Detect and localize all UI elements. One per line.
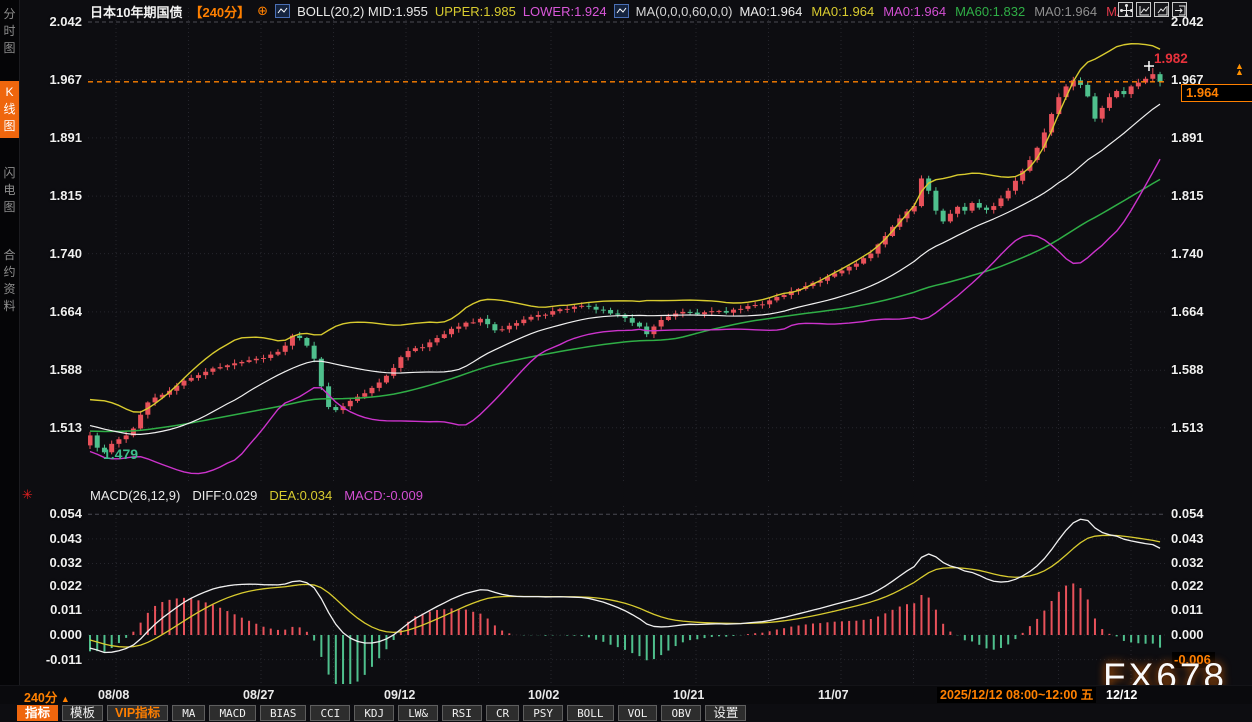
main-y-label-left-7: 1.513 (18, 420, 82, 435)
x-axis-label-2: 09/12 (384, 688, 428, 702)
macd-title: MACD(26,12,9) (90, 488, 180, 503)
toolbar-button-模板[interactable]: 模板 (62, 705, 103, 721)
sidebar: 分时图 K线图闪电图合约资料 (0, 0, 20, 722)
indicator-toolbar: 指标模板VIP指标MAMACDBIASCCIKDJLW&RSICRPSYBOLL… (0, 704, 1252, 722)
session-tooltip: 2025/12/12 08:00~12:00 五 (937, 687, 1096, 703)
ma-values: MA0:1.964 MA0:1.964 MA0:1.964 MA60:1.832 MA0… (739, 4, 1125, 19)
boll-values: BOLL(20,2) MID:1.955 (297, 4, 428, 19)
toolbar-button-设置[interactable]: 设置 (705, 705, 746, 721)
ma-value-0: MA0:1.964 (739, 4, 802, 19)
period-low-label: 1.479 (103, 446, 138, 462)
date-axis: 240分 ▲ 2025/12/12 08:00~12:00 五 12/12 08… (0, 685, 1252, 705)
macd-header: MACD(26,12,9) DIFF:0.029 DEA:0.034 MACD:… (90, 488, 423, 503)
x-axis-label-0: 08/08 (98, 688, 142, 702)
toolbar-button-BOLL[interactable]: BOLL (567, 705, 614, 721)
session-high-label: 1.982 (1154, 51, 1188, 66)
expand-icon[interactable]: ⊕ (257, 3, 268, 19)
ma-value-2: MA0:1.964 (883, 4, 946, 19)
macd-settings-icon[interactable]: ✳ (22, 487, 33, 503)
main-y-label-left-4: 1.740 (18, 246, 82, 261)
main-y-label-left-5: 1.664 (18, 304, 82, 319)
macd-y-label-right-5: 0.000 (1171, 627, 1241, 642)
toolbar-button-KDJ[interactable]: KDJ (354, 705, 394, 721)
toolbar-button-MACD[interactable]: MACD (209, 705, 256, 721)
period-selector-label: 240分 (24, 691, 57, 705)
main-y-label-left-6: 1.588 (18, 362, 82, 377)
boll-indicator-icon[interactable] (275, 4, 290, 18)
macd-y-label-left-5: 0.000 (18, 627, 82, 642)
toolbar-button-指标[interactable]: 指标 (17, 705, 58, 721)
last-date-label: 12/12 (1106, 688, 1137, 702)
main-y-label-right-6: 1.588 (1171, 362, 1241, 377)
ma-value-4: MA0:1.964 (1034, 4, 1097, 19)
ma-indicator-icon[interactable] (614, 4, 629, 18)
period-label[interactable]: 【240分】 (189, 2, 250, 21)
main-y-label-right-4: 1.740 (1171, 246, 1241, 261)
axis-scale-left-icon[interactable] (1136, 2, 1151, 17)
x-axis-label-5: 11/07 (818, 688, 862, 702)
main-y-label-left-0: 2.042 (18, 14, 82, 29)
toolbar-button-MA[interactable]: MA (172, 705, 205, 721)
toolbar-button-BIAS[interactable]: BIAS (260, 705, 307, 721)
chart-surface[interactable] (0, 0, 1252, 722)
macd-y-label-left-4: 0.011 (18, 602, 82, 617)
macd-y-label-left-2: 0.032 (18, 555, 82, 570)
x-axis-label-4: 10/21 (673, 688, 717, 702)
ma-value-3: MA60:1.832 (955, 4, 1025, 19)
toolbar-button-OBV[interactable]: OBV (661, 705, 701, 721)
main-y-label-right-5: 1.664 (1171, 304, 1241, 319)
macd-y-label-right-4: 0.011 (1171, 602, 1241, 617)
macd-dea-value: DEA:0.034 (269, 488, 332, 503)
x-axis-label-1: 08/27 (243, 688, 287, 702)
period-arrow-icon: ▲ (61, 694, 70, 704)
sidebar-item-3[interactable]: 合约资料 (0, 244, 19, 318)
toolbar-button-RSI[interactable]: RSI (442, 705, 482, 721)
window-icons (1118, 2, 1187, 17)
symbol-title: 日本10年期国债 (90, 2, 182, 21)
chart-header: 日本10年期国债 【240分】 ⊕ BOLL(20,2) MID:1.955 U… (90, 3, 1126, 19)
main-y-label-right-7: 1.513 (1171, 420, 1241, 435)
axis-scale-right-icon[interactable] (1154, 2, 1169, 17)
macd-y-label-right-2: 0.032 (1171, 555, 1241, 570)
main-y-label-right-2: 1.891 (1171, 130, 1241, 145)
toolbar-button-LW&[interactable]: LW& (398, 705, 438, 721)
macd-y-label-left-0: 0.054 (18, 506, 82, 521)
main-y-label-right-3: 1.815 (1171, 188, 1241, 203)
ma-group-label: MA(0,0,0,60,0,0) (636, 4, 733, 19)
main-y-label-left-1: 1.967 (18, 72, 82, 87)
toolbar-button-PSY[interactable]: PSY (523, 705, 563, 721)
current-price-box: 1.964 (1181, 84, 1252, 102)
macd-macd-value: MACD:-0.009 (344, 488, 423, 503)
macd-y-label-right-0: 0.054 (1171, 506, 1241, 521)
sidebar-item-2[interactable]: 闪电图 (0, 162, 19, 219)
chart-window: 分时图 K线图闪电图合约资料 日本10年期国债 【240分】 ⊕ BOLL(20,… (0, 0, 1252, 722)
toolbar-button-VOL[interactable]: VOL (618, 705, 658, 721)
boll-lower-value: LOWER:1.924 (523, 4, 607, 19)
macd-y-label-left-6: -0.011 (18, 652, 82, 667)
exit-chart-icon[interactable] (1172, 2, 1187, 17)
main-y-label-left-3: 1.815 (18, 188, 82, 203)
toolbar-button-CCI[interactable]: CCI (310, 705, 350, 721)
x-axis-label-3: 10/02 (528, 688, 572, 702)
main-y-label-left-2: 1.891 (18, 130, 82, 145)
price-pin-icon: ▲▲ (1235, 63, 1244, 75)
ma-value-1: MA0:1.964 (811, 4, 874, 19)
sidebar-item-0[interactable]: 分时图 (0, 3, 19, 60)
macd-diff-value: DIFF:0.029 (192, 488, 257, 503)
macd-y-label-right-1: 0.043 (1171, 531, 1241, 546)
move-icon[interactable] (1118, 2, 1133, 17)
toolbar-button-CR[interactable]: CR (486, 705, 519, 721)
toolbar-button-VIP指标[interactable]: VIP指标 (107, 705, 168, 721)
macd-y-label-right-3: 0.022 (1171, 578, 1241, 593)
sidebar-item-1[interactable]: K线图 (0, 81, 19, 138)
boll-upper-value: UPPER:1.985 (435, 4, 516, 19)
macd-y-label-left-3: 0.022 (18, 578, 82, 593)
macd-y-label-left-1: 0.043 (18, 531, 82, 546)
